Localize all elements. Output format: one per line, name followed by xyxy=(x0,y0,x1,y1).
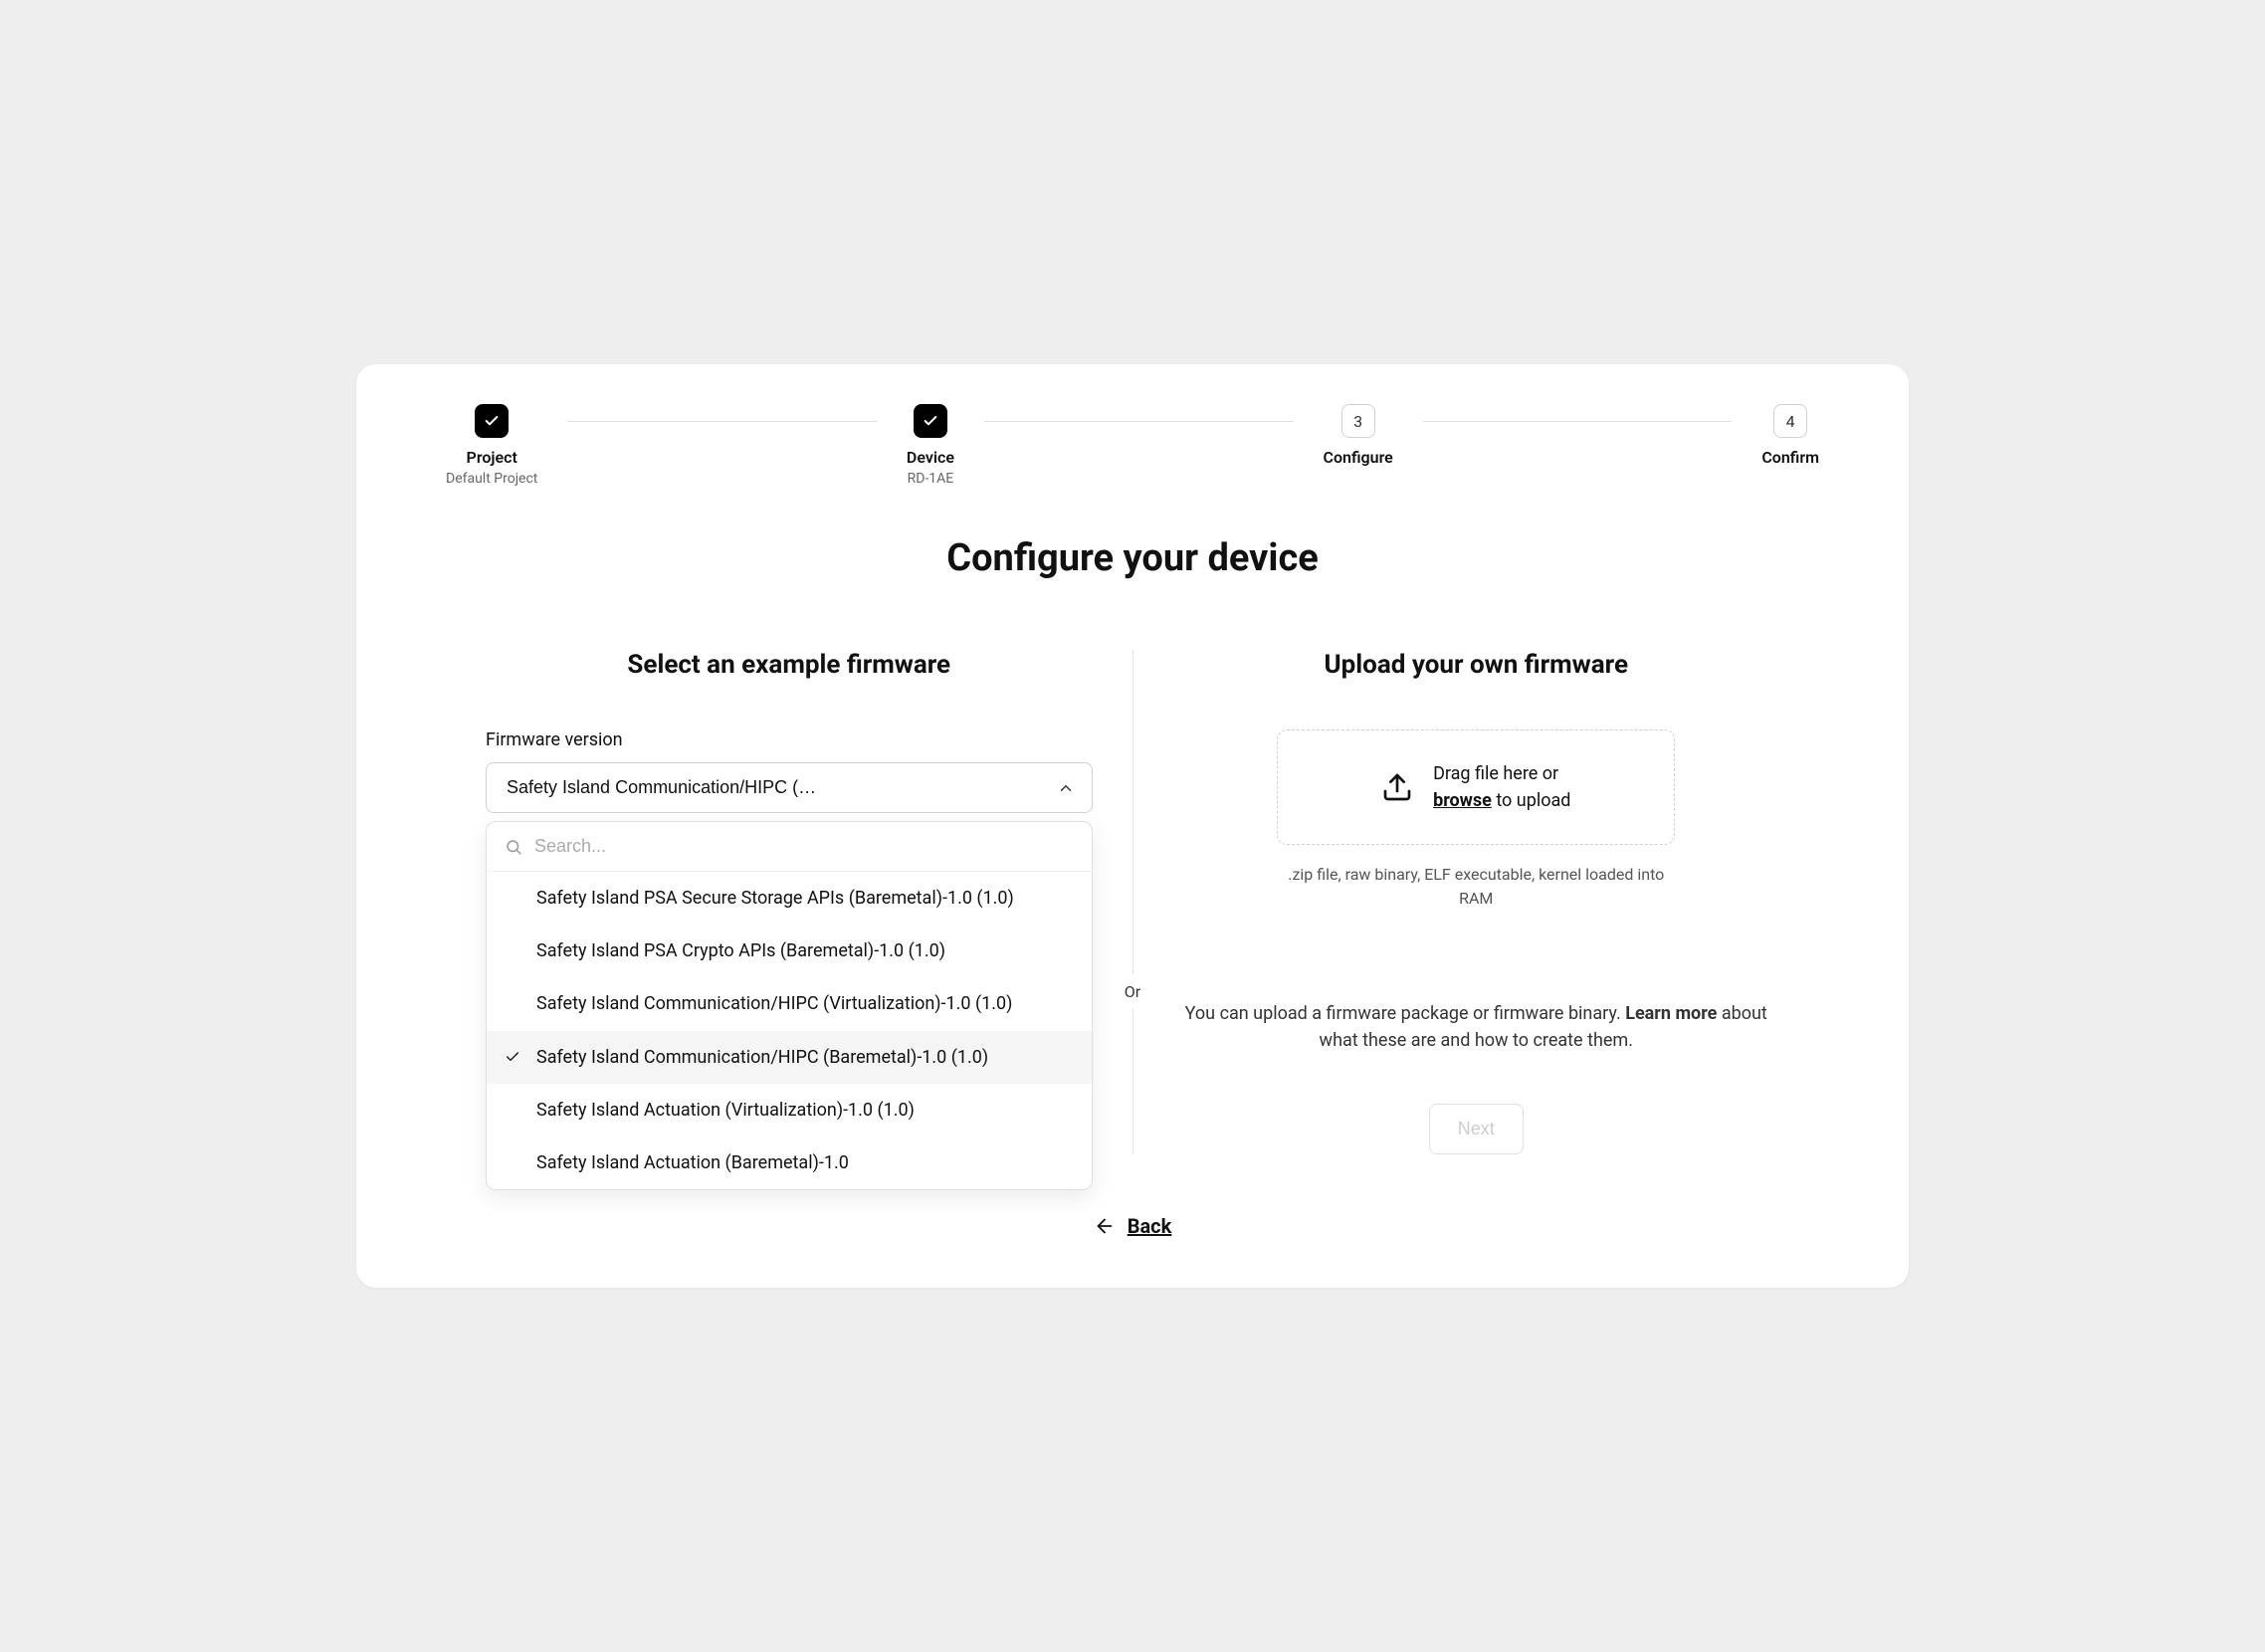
step-device-sub: RD-1AE xyxy=(908,471,954,487)
example-firmware-column: Select an example firmware Firmware vers… xyxy=(446,650,1132,1154)
firmware-option[interactable]: Safety Island PSA Secure Storage APIs (B… xyxy=(487,872,1092,925)
firmware-option[interactable]: Safety Island Communication/HIPC (Virtua… xyxy=(487,977,1092,1030)
or-divider-label: Or xyxy=(1121,974,1144,1009)
stepper: Project Default Project Device RD-1AE 3 … xyxy=(446,404,1819,487)
dropdown-option-list[interactable]: Safety Island PSA Secure Storage APIs (B… xyxy=(487,872,1092,1189)
upload-firmware-title: Upload your own firmware xyxy=(1173,650,1780,680)
step-confirm-label: Confirm xyxy=(1761,448,1819,467)
column-divider: Or xyxy=(1132,650,1133,1154)
step-device-indicator xyxy=(914,404,947,438)
firmware-option[interactable]: Safety Island Actuation (Virtualization)… xyxy=(487,1084,1092,1136)
firmware-option[interactable]: Safety Island PSA Crypto APIs (Baremetal… xyxy=(487,925,1092,977)
step-line xyxy=(567,421,877,422)
back-link[interactable]: Back xyxy=(1094,1214,1172,1238)
firmware-version-label: Firmware version xyxy=(486,729,1093,750)
firmware-option-label: Safety Island Communication/HIPC (Bareme… xyxy=(536,1047,988,1068)
step-project-label: Project xyxy=(467,448,517,467)
wizard-card: Project Default Project Device RD-1AE 3 … xyxy=(356,364,1909,1288)
step-project: Project Default Project xyxy=(446,404,537,487)
back-label: Back xyxy=(1128,1214,1172,1238)
back-row: Back xyxy=(446,1214,1819,1238)
columns: Select an example firmware Firmware vers… xyxy=(446,650,1819,1154)
search-icon xyxy=(505,838,522,856)
firmware-option[interactable]: Safety Island Actuation (Baremetal)-1.0 xyxy=(487,1136,1092,1189)
step-project-indicator xyxy=(475,404,509,438)
dropzone-line2-tail: to upload xyxy=(1492,790,1571,811)
page-title: Configure your device xyxy=(446,536,1819,580)
step-configure-label: Configure xyxy=(1324,448,1393,467)
upload-hint: .zip file, raw binary, ELF executable, k… xyxy=(1277,863,1675,911)
step-line xyxy=(984,421,1294,422)
next-button[interactable]: Next xyxy=(1429,1104,1524,1154)
step-project-sub: Default Project xyxy=(446,471,537,487)
dropdown-search-row xyxy=(487,822,1092,872)
dropdown-search-input[interactable] xyxy=(534,836,1074,857)
firmware-version-select: Safety Island Communication/HIPC (… Safe… xyxy=(486,762,1093,813)
arrow-left-icon xyxy=(1094,1215,1116,1237)
step-configure: 3 Configure xyxy=(1324,404,1393,471)
upload-icon xyxy=(1381,771,1413,803)
check-icon xyxy=(923,413,938,429)
step-confirm: 4 Confirm xyxy=(1761,404,1819,471)
dropzone-line1: Drag file here or xyxy=(1433,763,1558,784)
step-device-label: Device xyxy=(907,448,954,467)
check-icon xyxy=(505,1049,520,1065)
firmware-dropzone[interactable]: Drag file here or browse to upload xyxy=(1277,729,1675,845)
step-device: Device RD-1AE xyxy=(907,404,954,487)
upload-firmware-column: Upload your own firmware Drag file here … xyxy=(1133,650,1820,1154)
firmware-version-value: Safety Island Communication/HIPC (… xyxy=(507,777,816,798)
example-firmware-title: Select an example firmware xyxy=(486,650,1093,680)
check-icon xyxy=(484,413,500,429)
firmware-option-selected[interactable]: Safety Island Communication/HIPC (Bareme… xyxy=(487,1031,1092,1084)
chevron-up-icon xyxy=(1057,779,1075,797)
step-line xyxy=(1423,421,1733,422)
dropzone-text: Drag file here or browse to upload xyxy=(1433,760,1570,814)
step-confirm-indicator: 4 xyxy=(1773,404,1807,438)
browse-link[interactable]: browse xyxy=(1433,790,1492,811)
upload-info: You can upload a firmware package or fir… xyxy=(1173,1000,1780,1054)
step-configure-indicator: 3 xyxy=(1341,404,1375,438)
firmware-version-trigger[interactable]: Safety Island Communication/HIPC (… xyxy=(486,762,1093,813)
learn-more-link[interactable]: Learn more xyxy=(1625,1003,1717,1024)
firmware-version-dropdown: Safety Island PSA Secure Storage APIs (B… xyxy=(486,821,1093,1190)
upload-info-prefix: You can upload a firmware package or fir… xyxy=(1185,1003,1626,1024)
